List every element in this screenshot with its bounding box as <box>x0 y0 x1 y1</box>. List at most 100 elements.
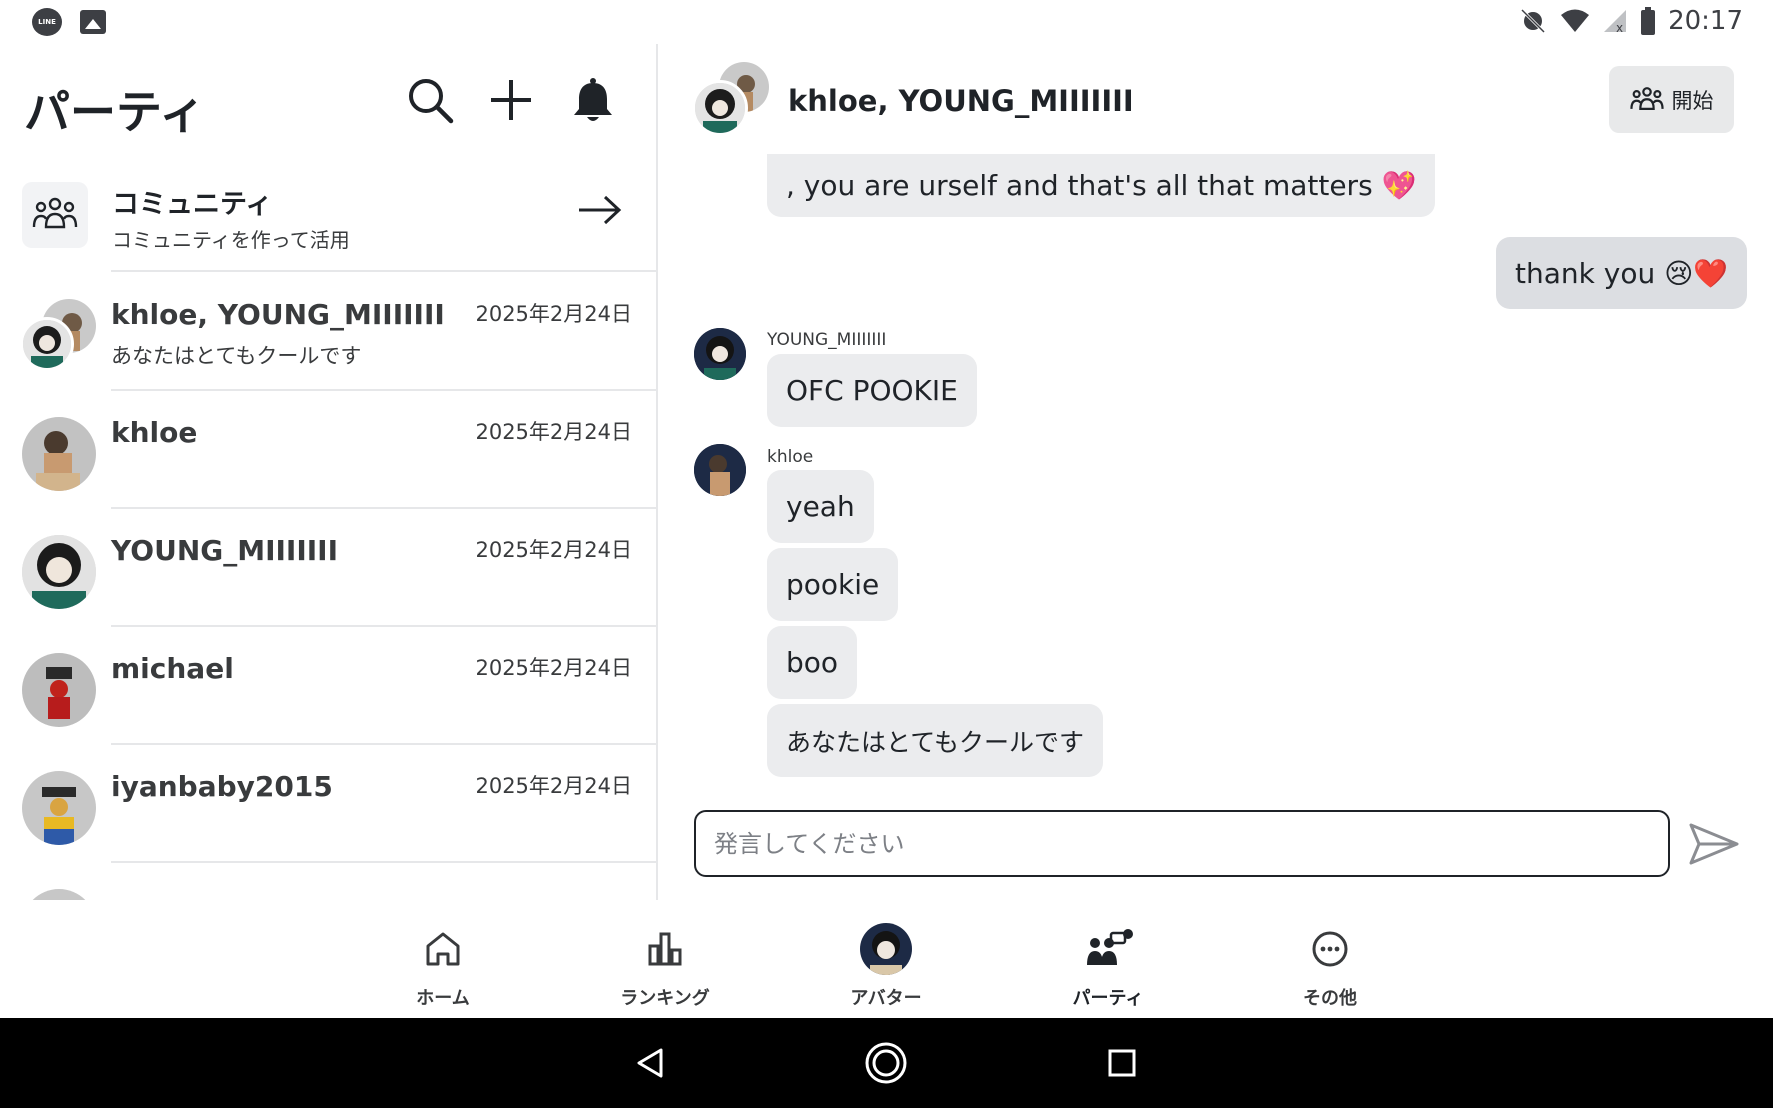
sender-name: khloe <box>767 447 814 467</box>
avatar-image <box>36 431 80 491</box>
nav-more[interactable]: その他 <box>1260 926 1400 1010</box>
own-message-bubble: thank you 😢❤️ <box>1496 237 1748 309</box>
nav-label: ランキング <box>620 988 710 1009</box>
sender-name: YOUNG_MIIIIIII <box>767 330 887 350</box>
nav-home[interactable]: ホーム <box>373 926 513 1010</box>
avatar-image <box>23 320 71 368</box>
home-icon <box>426 932 460 966</box>
back-icon <box>637 1048 663 1078</box>
conversation-name: khloe <box>111 416 198 449</box>
message-input[interactable] <box>694 810 1670 877</box>
message-text: yeah <box>786 490 855 523</box>
message-bubble: あなたはとてもクールです <box>767 704 1104 777</box>
bell-icon <box>574 78 612 121</box>
signal-off-icon: x <box>1604 10 1627 34</box>
conversation-item[interactable]: michael 2025年2月24日 <box>0 626 656 744</box>
nav-party[interactable]: パーティ <box>1038 926 1178 1010</box>
sender-avatar <box>694 328 746 380</box>
divider <box>111 861 656 863</box>
arrow-right-icon[interactable] <box>577 194 623 226</box>
recents-icon <box>1108 1049 1136 1077</box>
message-text: あなたはとてもクールです <box>786 727 1085 757</box>
conversation-name: YOUNG_MIIIIIII <box>111 534 339 567</box>
avatar <box>22 771 96 845</box>
add-party-button[interactable] <box>485 74 537 126</box>
message-text: boo <box>786 646 839 679</box>
home-system-button[interactable] <box>861 1038 911 1088</box>
nav-ranking[interactable]: ランキング <box>595 926 735 1010</box>
status-bar: LINE x 20:17 <box>0 0 1773 44</box>
nav-label: アバター <box>850 988 922 1009</box>
clock: 20:17 <box>1668 6 1743 36</box>
avatar-image <box>694 328 746 380</box>
search-icon <box>409 79 454 124</box>
chart-icon <box>648 932 682 966</box>
avatar-image <box>22 535 96 609</box>
wifi-icon <box>1561 9 1590 32</box>
notifications-button[interactable] <box>567 74 619 126</box>
nav-label: その他 <box>1303 988 1357 1009</box>
conversation-item[interactable]: YOUNG_MIIIIIII 2025年2月24日 <box>0 508 656 626</box>
nav-label: パーティ <box>1072 988 1144 1009</box>
message-text: thank you 😢❤️ <box>1515 256 1729 290</box>
gallery-icon <box>80 10 106 34</box>
avatar-image <box>695 83 745 133</box>
message-text: , you are urself and that's all that mat… <box>786 169 1417 202</box>
conversation-name: michael <box>111 652 234 685</box>
page-title: パーティ <box>24 85 206 139</box>
group-icon <box>32 197 78 229</box>
conversation-date: 2025年2月24日 <box>475 302 632 326</box>
conversation-date: 2025年2月24日 <box>475 774 632 798</box>
sender-avatar <box>694 444 746 496</box>
conversation-item[interactable]: khloe, YOUNG_MIIIIIII 2025年2月24日 あなたはとても… <box>0 272 656 390</box>
community-icon-tile <box>22 182 88 248</box>
chat-title: khloe, YOUNG_MIIIIIII <box>788 84 1134 118</box>
send-icon <box>1689 823 1739 865</box>
home-circle-icon <box>865 1042 907 1084</box>
message-bubble: OFC POOKIE <box>767 354 977 427</box>
conversation-date: 2025年2月24日 <box>475 656 632 680</box>
alarm-off-icon <box>1521 8 1546 34</box>
party-icon <box>1087 929 1133 965</box>
bottom-navigation: ホーム ランキング アバター パーティ その他 <box>0 900 1773 1018</box>
community-row[interactable]: コミュニティ コミュニティを作って活用 <box>22 182 656 274</box>
start-button[interactable]: 開始 <box>1609 66 1734 133</box>
message-bubble: yeah <box>767 470 874 543</box>
recents-button[interactable] <box>1097 1038 1147 1088</box>
avatar <box>22 653 96 727</box>
more-icon <box>1312 931 1348 967</box>
avatar-image <box>42 787 76 845</box>
chat-avatar <box>692 80 748 136</box>
system-navigation-bar <box>0 1018 1773 1108</box>
conversation-item[interactable]: iyanbaby2015 2025年2月24日 <box>0 744 656 862</box>
avatar-image <box>46 667 72 719</box>
message-text: pookie <box>786 568 880 601</box>
avatar <box>20 317 74 371</box>
avatar <box>22 889 96 900</box>
conversation-item[interactable]: khloe 2025年2月24日 <box>0 390 656 508</box>
svg-text:x: x <box>1616 21 1623 34</box>
conversation-date: 2025年2月24日 <box>475 538 632 562</box>
plus-icon <box>491 80 531 120</box>
battery-icon <box>1641 7 1656 35</box>
nav-label: ホーム <box>416 988 470 1009</box>
community-title: コミュニティ <box>112 189 273 220</box>
message-bubble: boo <box>767 626 858 699</box>
conversation-name: iyanbaby2015 <box>111 770 333 803</box>
avatar-image <box>694 444 746 496</box>
conversation-name: khloe, YOUNG_MIIIIIII <box>111 298 445 331</box>
message-text: OFC POOKIE <box>786 374 958 407</box>
message-bubble: , you are urself and that's all that mat… <box>767 154 1436 217</box>
conversation-date: 2025年2月24日 <box>475 420 632 444</box>
start-button-label: 開始 <box>1671 88 1714 113</box>
party-list-panel: パーティ コミュニティ コミュニティを作って活用 khloe, YOUNG_MI… <box>0 44 656 900</box>
chat-panel: khloe, YOUNG_MIIIIIII 開始 , you are ursel… <box>658 44 1773 900</box>
send-button[interactable] <box>1686 818 1742 870</box>
back-button[interactable] <box>625 1038 675 1088</box>
message-bubble: pookie <box>767 548 899 621</box>
avatar <box>22 417 96 491</box>
avatar-icon <box>860 923 912 975</box>
nav-avatar[interactable]: アバター <box>816 923 956 1010</box>
search-button[interactable] <box>404 74 456 126</box>
line-icon-label: LINE <box>38 18 56 26</box>
